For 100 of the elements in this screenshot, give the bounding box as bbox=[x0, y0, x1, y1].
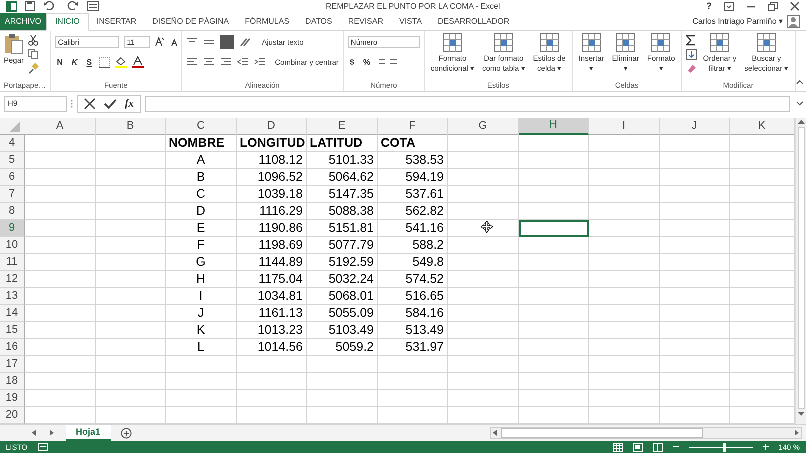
scroll-left-icon[interactable] bbox=[491, 429, 499, 438]
previous-sheet-icon[interactable] bbox=[30, 429, 38, 438]
copy-icon[interactable] bbox=[28, 48, 40, 60]
restore-icon[interactable] bbox=[768, 2, 778, 11]
grow-font-icon[interactable] bbox=[155, 37, 166, 48]
scroll-right-icon[interactable] bbox=[793, 429, 801, 438]
column-header[interactable]: A bbox=[25, 118, 96, 136]
clipboard-icon[interactable] bbox=[4, 32, 24, 55]
file-tab[interactable]: ARCHIVO bbox=[0, 12, 46, 30]
row-header[interactable]: 13 bbox=[0, 288, 25, 306]
ribbon-display-icon[interactable] bbox=[724, 2, 734, 11]
row-header[interactable]: 15 bbox=[0, 322, 25, 340]
row-header[interactable]: 7 bbox=[0, 186, 25, 204]
avatar-icon[interactable] bbox=[787, 14, 800, 28]
macro-record-icon[interactable] bbox=[38, 443, 48, 452]
form-icon[interactable] bbox=[87, 1, 99, 12]
scroll-down-icon[interactable] bbox=[796, 409, 806, 418]
page-break-icon[interactable] bbox=[652, 442, 663, 452]
user-name[interactable]: Carlos Intriago Parmiño ▾ bbox=[692, 12, 787, 30]
zoom-in-icon[interactable] bbox=[762, 444, 769, 450]
excel-logo-icon[interactable] bbox=[6, 0, 17, 12]
row-header[interactable]: 14 bbox=[0, 305, 25, 322]
row-header[interactable]: 10 bbox=[0, 237, 25, 254]
ribbon-tab[interactable]: INICIO bbox=[46, 12, 89, 31]
undo-icon[interactable] bbox=[43, 1, 57, 12]
ribbon-tab[interactable]: FÓRMULAS bbox=[237, 12, 298, 30]
zoom-out-icon[interactable] bbox=[672, 444, 679, 450]
increase-indent-icon[interactable] bbox=[254, 57, 266, 68]
close-icon[interactable] bbox=[790, 2, 800, 11]
formula-input-field[interactable] bbox=[145, 96, 790, 112]
currency-button[interactable]: $ bbox=[348, 58, 356, 67]
align-bottom-icon[interactable] bbox=[220, 35, 234, 50]
ribbon-tab[interactable]: DESARROLLADOR bbox=[430, 12, 518, 30]
borders-icon[interactable] bbox=[99, 56, 110, 68]
column-header[interactable]: H bbox=[519, 118, 589, 136]
row-header[interactable]: 18 bbox=[0, 373, 25, 390]
horizontal-scrollbar[interactable] bbox=[490, 427, 802, 440]
next-sheet-icon[interactable] bbox=[48, 429, 56, 438]
align-right-icon[interactable] bbox=[220, 57, 232, 68]
shrink-font-icon[interactable] bbox=[170, 37, 180, 48]
insert-function-button[interactable]: fx bbox=[125, 98, 134, 110]
table-cell bbox=[589, 390, 660, 408]
column-header[interactable]: F bbox=[378, 118, 448, 136]
cancel-icon[interactable] bbox=[84, 98, 96, 110]
row-header[interactable]: 9 bbox=[0, 220, 25, 238]
add-sheet-icon[interactable] bbox=[120, 428, 132, 439]
font-style-button[interactable]: K bbox=[70, 58, 80, 67]
table-cell: 5068.01 bbox=[307, 288, 378, 306]
column-header[interactable]: I bbox=[589, 118, 660, 136]
ribbon-tab[interactable]: DATOS bbox=[298, 12, 340, 30]
decrease-indent-icon[interactable] bbox=[237, 57, 250, 68]
column-header[interactable]: E bbox=[307, 118, 378, 136]
row-header[interactable]: 17 bbox=[0, 356, 25, 374]
row-header[interactable]: 11 bbox=[0, 254, 25, 272]
row-header[interactable]: 12 bbox=[0, 271, 25, 288]
row-header[interactable]: 20 bbox=[0, 407, 25, 424]
fill-down-icon[interactable] bbox=[686, 48, 698, 60]
ribbon-tab[interactable]: DISEÑO DE PÁGINA bbox=[144, 12, 238, 30]
row-header[interactable]: 19 bbox=[0, 390, 25, 408]
column-header[interactable]: J bbox=[660, 118, 730, 136]
font-style-button[interactable]: N bbox=[55, 58, 65, 67]
row-header[interactable]: 4 bbox=[0, 135, 25, 152]
redo-icon[interactable] bbox=[65, 1, 79, 12]
brush-icon[interactable] bbox=[28, 62, 40, 74]
zoom-slider[interactable] bbox=[722, 442, 726, 452]
font-color-icon[interactable] bbox=[132, 56, 144, 68]
ribbon-tab[interactable]: REVISAR bbox=[340, 12, 392, 30]
scissors-icon[interactable] bbox=[28, 34, 40, 46]
column-header[interactable]: B bbox=[96, 118, 166, 136]
table-cell bbox=[660, 339, 730, 356]
align-center-icon[interactable] bbox=[203, 57, 216, 68]
ribbon-tab[interactable]: VISTA bbox=[392, 12, 430, 30]
row-header[interactable]: 5 bbox=[0, 152, 25, 170]
align-left-icon[interactable] bbox=[186, 57, 198, 68]
eraser-icon[interactable] bbox=[686, 62, 698, 74]
orientation-icon[interactable] bbox=[239, 37, 254, 48]
table-cell: 5101.33 bbox=[307, 152, 378, 170]
save-icon[interactable] bbox=[25, 1, 35, 12]
collapse-ribbon-icon[interactable] bbox=[796, 78, 804, 85]
row-header[interactable]: 16 bbox=[0, 339, 25, 356]
table-cell bbox=[448, 373, 519, 390]
decimal-icon[interactable] bbox=[377, 57, 400, 68]
font-style-button[interactable]: S bbox=[84, 58, 94, 67]
column-header[interactable]: D bbox=[237, 118, 307, 136]
percent-button[interactable]: % bbox=[361, 58, 372, 67]
column-header[interactable]: C bbox=[166, 118, 237, 136]
ribbon-tab[interactable]: INSERTAR bbox=[88, 12, 145, 30]
expand-icon[interactable] bbox=[796, 100, 804, 107]
sum-icon[interactable] bbox=[686, 34, 698, 46]
check-icon[interactable] bbox=[104, 98, 117, 110]
vertical-scrollbar[interactable] bbox=[795, 118, 806, 424]
row-header[interactable]: 8 bbox=[0, 203, 25, 220]
active-cell[interactable] bbox=[519, 220, 589, 238]
normal-view-icon[interactable] bbox=[612, 442, 623, 452]
table-cell bbox=[307, 356, 378, 374]
row-header[interactable]: 6 bbox=[0, 169, 25, 186]
page-layout-icon[interactable] bbox=[632, 442, 643, 452]
sheet-tab[interactable]: Hoja1 bbox=[66, 425, 111, 442]
help-button[interactable]: ? bbox=[706, 1, 712, 12]
fill-color-icon[interactable] bbox=[115, 56, 128, 68]
